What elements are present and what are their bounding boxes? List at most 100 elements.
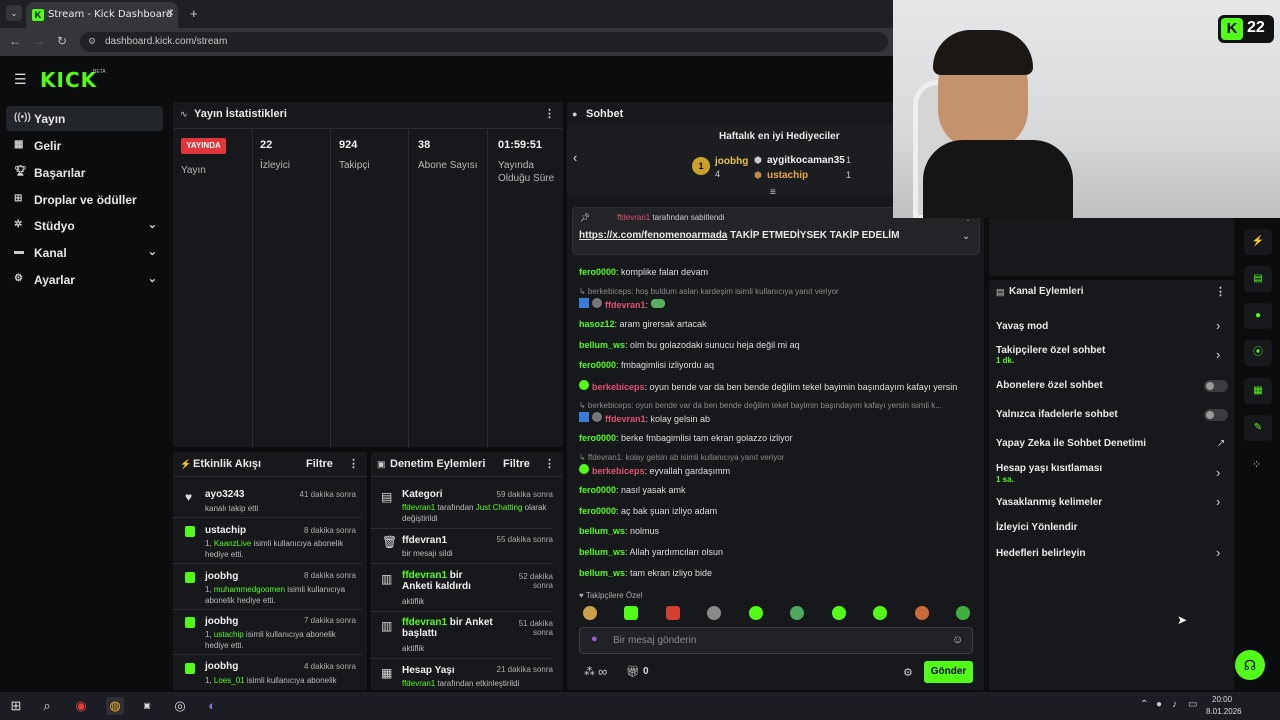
action-emotes-only[interactable]: Yalnızca ifadelerle sohbet <box>996 409 1118 420</box>
sidebar-item-studyo[interactable]: ✲ Stüdyo ⌄ <box>6 213 163 238</box>
emote-icon[interactable] <box>749 606 763 620</box>
new-tab-button[interactable]: + <box>190 6 198 21</box>
tab-close-icon[interactable]: ✕ <box>166 8 174 19</box>
send-button[interactable]: Gönder <box>924 661 973 683</box>
chat-message[interactable]: hasoz12: aram girersak artacak <box>579 319 707 329</box>
event-username[interactable]: joobhg <box>205 661 238 672</box>
lightning-icon[interactable]: ⚡ <box>1244 229 1272 255</box>
emote-icon[interactable] <box>915 606 929 620</box>
browser-tab[interactable]: K Stream - Kick Dashboard ✕ <box>26 2 178 28</box>
emote-icon[interactable] <box>790 606 804 620</box>
chat-icon[interactable]: ● <box>1244 303 1272 329</box>
start-icon[interactable]: ⊞ <box>7 697 25 715</box>
chevron-right-icon[interactable]: › <box>1216 465 1220 480</box>
reload-icon[interactable]: ↻ <box>57 34 67 48</box>
sidebar-item-ayarlar[interactable]: ⚙ Ayarlar ⌄ <box>6 267 163 292</box>
emotes-only-toggle[interactable] <box>1204 409 1228 421</box>
gifter-name[interactable]: aygitkocaman35 <box>767 155 845 166</box>
moderation-filter-button[interactable]: Filtre <box>503 458 530 470</box>
chevron-down-icon[interactable]: ⌄ <box>962 231 970 242</box>
more-icon[interactable]: ⁘ <box>1252 458 1261 471</box>
emoji-picker-icon[interactable]: ☺ <box>952 634 963 646</box>
sidebar-item-kanal[interactable]: ▬ Kanal ⌄ <box>6 240 163 265</box>
app-icon[interactable]: ◎ <box>171 697 189 715</box>
chat-message[interactable]: fero0000: berke fmbagimlisi tam ekran go… <box>579 433 793 443</box>
event-username[interactable]: joobhg <box>205 571 238 582</box>
layout-icon[interactable]: ▦ <box>1244 378 1272 404</box>
volume-icon[interactable]: ♪ <box>1172 699 1177 710</box>
app-icon[interactable]: ◉ <box>72 697 90 715</box>
tray-arrow-icon[interactable]: ⌃ <box>1140 699 1148 710</box>
chat-message[interactable]: bellum_ws: Allah yardımcıları olsun <box>579 547 723 557</box>
activity-menu-icon[interactable]: ⋮ <box>348 457 359 470</box>
gift-sub-icon[interactable]: 🎁︎ <box>626 665 640 678</box>
site-info-icon[interactable]: ⚙ <box>88 36 96 47</box>
chat-message[interactable]: bellum_ws: tam ekran izliyo bide <box>579 568 712 578</box>
chevron-left-icon[interactable]: ‹ <box>573 150 577 165</box>
support-icon[interactable]: ☊ <box>1235 650 1265 680</box>
subscribers-only-toggle[interactable] <box>1204 380 1228 392</box>
sidebar-item-gelir[interactable]: ▦ Gelir <box>6 133 163 158</box>
chat-message[interactable]: fero0000: nasıl yasak amk <box>579 485 686 495</box>
emote-icon[interactable] <box>624 606 638 620</box>
action-ai-moderation[interactable]: Yapay Zeka ile Sohbet Denetimi <box>996 438 1146 449</box>
network-icon[interactable]: ▭ <box>1188 699 1197 710</box>
event-username[interactable]: ustachip <box>205 525 246 536</box>
sidebar-item-basarilar[interactable]: 🏆︎ Başarılar <box>6 160 163 185</box>
chat-message[interactable]: fero0000: komplike falan devam <box>579 267 708 277</box>
gifter-name[interactable]: joobhg <box>715 156 748 167</box>
obs-studio-icon[interactable]: ▣ <box>138 697 156 715</box>
microphone-icon[interactable]: ● <box>591 633 598 645</box>
chat-message[interactable]: bellum_ws: olm bu golazodaki sunucu heja… <box>579 340 800 350</box>
document-icon[interactable]: ▤ <box>1244 266 1272 292</box>
emote-icon[interactable] <box>956 606 970 620</box>
event-username[interactable]: joobhg <box>205 616 238 627</box>
sidebar-item-droplar[interactable]: ⊞ Droplar ve ödüller <box>6 187 163 212</box>
emote-icon[interactable] <box>583 606 597 620</box>
pinned-link[interactable]: https://x.com/fenomenoarmada <box>579 230 727 241</box>
emote-icon[interactable] <box>873 606 887 620</box>
chat-message[interactable]: berkebiceps: eyvallah gardaşımm <box>579 464 730 476</box>
chevron-right-icon[interactable]: › <box>1216 545 1220 560</box>
chat-message[interactable]: berkebiceps: oyun bende var da ben bende… <box>579 380 957 392</box>
kick-logo[interactable]: KICK <box>40 68 97 92</box>
event-username[interactable]: ayo3243 <box>205 489 244 500</box>
tab-list-button[interactable]: ⌄ <box>6 5 22 21</box>
chat-settings-icon[interactable]: ⚙ <box>903 666 913 679</box>
emote-icon[interactable] <box>707 606 721 620</box>
chevron-right-icon[interactable]: › <box>1216 347 1220 362</box>
emote-icon[interactable] <box>666 606 680 620</box>
forward-icon[interactable]: → <box>33 34 45 48</box>
external-link-icon[interactable]: ↗ <box>1217 438 1225 449</box>
discord-icon[interactable]: ◐ <box>203 697 221 715</box>
sidebar-item-yayin[interactable]: ((•)) Yayın <box>6 106 163 131</box>
chevron-right-icon[interactable]: › <box>1216 318 1220 333</box>
search-icon[interactable]: ⌕ <box>38 697 56 715</box>
clock-time[interactable]: 20:00 <box>1212 695 1232 704</box>
chat-message[interactable]: fero0000: aç bak şuan izliyo adam <box>579 506 717 516</box>
action-goals[interactable]: Hedefleri belirleyin <box>996 548 1085 559</box>
action-banned-words[interactable]: Yasaklanmış kelimeler <box>996 497 1102 508</box>
wrench-icon[interactable]: ✎ <box>1244 415 1272 441</box>
menu-icon[interactable]: ☰ <box>14 71 27 88</box>
back-icon[interactable]: ← <box>9 34 21 48</box>
action-account-age[interactable]: Hesap yaşı kısıtlaması <box>996 463 1102 474</box>
activity-filter-button[interactable]: Filtre <box>306 458 333 470</box>
emote-icon[interactable] <box>832 606 846 620</box>
chat-message[interactable]: ffdevran1: kolay gelsin ab <box>579 412 710 424</box>
channel-points-icon[interactable]: ⁂ <box>584 665 595 678</box>
moderation-menu-icon[interactable]: ⋮ <box>544 457 555 470</box>
collapse-icon[interactable]: ≡ <box>770 187 776 198</box>
broadcast-icon[interactable]: ⦿ <box>1244 340 1272 366</box>
chat-message[interactable]: ffdevran1: <box>579 298 665 310</box>
action-subscribers-only[interactable]: Abonelere özel sohbet <box>996 380 1103 391</box>
microphone-tray-icon[interactable]: ● <box>1156 699 1162 710</box>
stats-menu-icon[interactable]: ⋮ <box>544 107 555 120</box>
chat-message[interactable]: bellum_ws: nolmus <box>579 526 659 536</box>
action-slow-mode[interactable]: Yavaş mod <box>996 321 1048 332</box>
chrome-icon[interactable]: ◍ <box>106 697 124 715</box>
gifter-name[interactable]: ustachip <box>767 170 808 181</box>
action-raid[interactable]: İzleyici Yönlendir <box>996 522 1078 533</box>
clock-date[interactable]: 8.01.2026 <box>1206 707 1242 716</box>
action-followers-only[interactable]: Takipçilere özel sohbet <box>996 345 1105 356</box>
